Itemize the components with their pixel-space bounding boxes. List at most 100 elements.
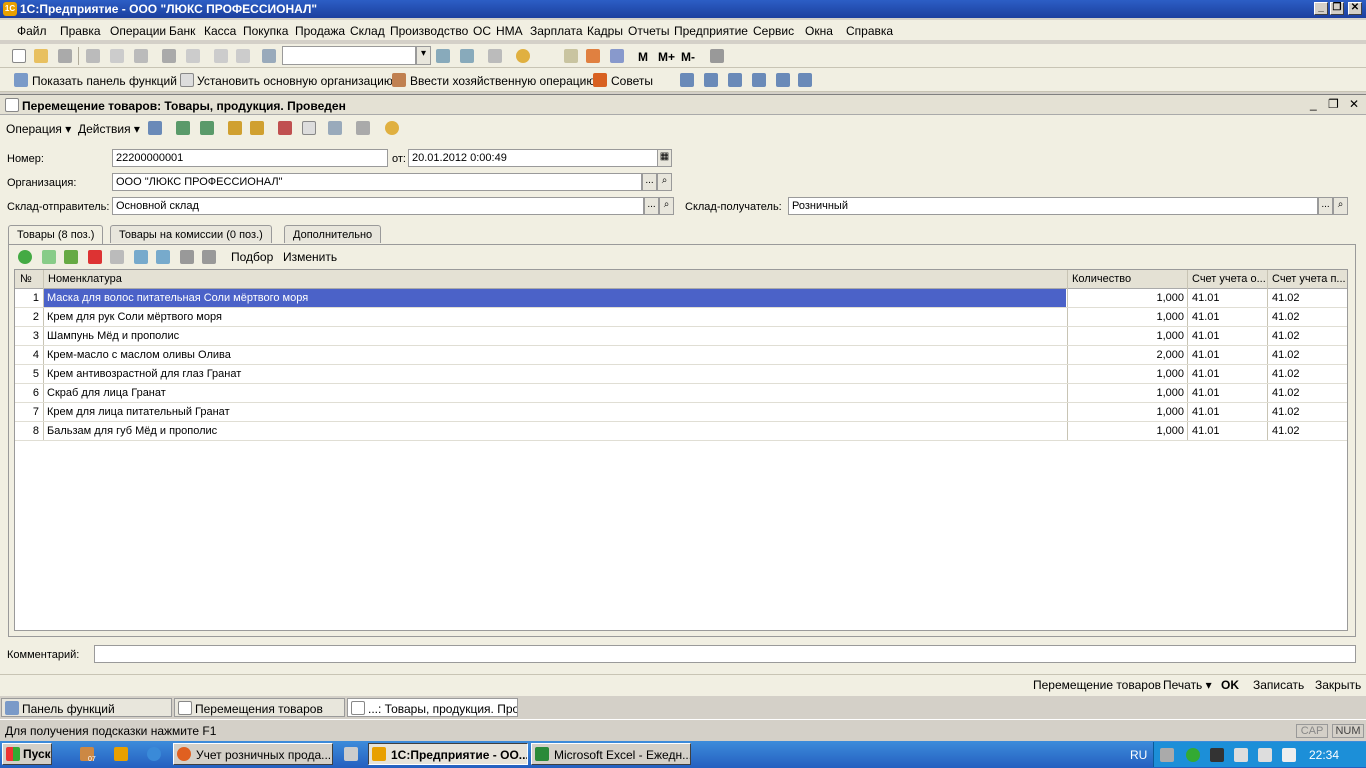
menu-service[interactable]: Сервис bbox=[753, 24, 794, 38]
row-account-sender[interactable]: 41.01 bbox=[1192, 406, 1220, 418]
move-down-icon[interactable] bbox=[156, 250, 170, 264]
row-account-receiver[interactable]: 41.02 bbox=[1272, 292, 1300, 304]
menu-edit[interactable]: Правка bbox=[60, 24, 101, 38]
wintab-current-document[interactable]: ...: Товары, продукция. Про... bbox=[347, 698, 518, 717]
row-account-receiver[interactable]: 41.02 bbox=[1272, 349, 1300, 361]
table-row[interactable]: 1 Маска для волос питательная Соли мёртво… bbox=[15, 289, 1347, 308]
sender-open-icon[interactable]: ⌕ bbox=[659, 197, 674, 215]
cut-icon[interactable] bbox=[86, 49, 100, 63]
row-quantity[interactable]: 1,000 bbox=[1068, 368, 1184, 380]
preview-icon[interactable] bbox=[186, 49, 200, 63]
select-button[interactable]: Подбор bbox=[231, 250, 273, 264]
menu-production[interactable]: Производство bbox=[390, 24, 468, 38]
find-next-icon[interactable] bbox=[436, 49, 450, 63]
table-row[interactable]: 8 Бальзам для губ Мёд и прополис 1,000 41.0… bbox=[15, 422, 1347, 441]
date-field[interactable]: 20.01.2012 0:00:49 bbox=[408, 149, 658, 167]
search-icon[interactable] bbox=[262, 49, 276, 63]
wintab-movements-list[interactable]: Перемещения товаров bbox=[174, 698, 345, 717]
close-doc-button[interactable]: Закрыть bbox=[1315, 678, 1361, 692]
task-retail[interactable]: Учет розничных прода... bbox=[173, 743, 333, 765]
tab-additional[interactable]: Дополнительно bbox=[284, 225, 382, 243]
redo-icon[interactable] bbox=[236, 49, 250, 63]
row-nomenclature[interactable]: Крем-масло с маслом оливы Олива bbox=[44, 346, 1066, 364]
menu-operations[interactable]: Операции bbox=[110, 24, 166, 38]
dt-kt-icon[interactable] bbox=[278, 121, 292, 135]
language-indicator[interactable]: RU bbox=[1130, 748, 1147, 762]
menu-windows[interactable]: Окна bbox=[805, 24, 833, 38]
report-1-icon[interactable] bbox=[680, 73, 694, 87]
hierarchy-icon[interactable] bbox=[328, 121, 342, 135]
table-row[interactable]: 3 Шампунь Мёд и прополис 1,000 41.01 41.02 bbox=[15, 327, 1347, 346]
col-nomenclature[interactable]: Номенклатура bbox=[48, 273, 122, 285]
row-quantity[interactable]: 1,000 bbox=[1068, 406, 1184, 418]
row-account-receiver[interactable]: 41.02 bbox=[1272, 406, 1300, 418]
enter-operation-button[interactable]: Ввести хозяйственную операцию bbox=[410, 74, 595, 88]
restore-button[interactable]: ❐ bbox=[1330, 2, 1344, 15]
search-input[interactable] bbox=[282, 46, 416, 65]
memory-button[interactable]: M bbox=[638, 50, 648, 64]
col-account-sender[interactable]: Счет учета о... bbox=[1192, 273, 1266, 285]
delete-row-icon[interactable] bbox=[88, 250, 102, 264]
row-nomenclature[interactable]: Крем для рук Соли мёртвого моря bbox=[44, 308, 1066, 326]
table-row[interactable]: 5 Крем антивозрастной для глаз Гранат 1,00… bbox=[15, 365, 1347, 384]
row-account-sender[interactable]: 41.01 bbox=[1192, 368, 1220, 380]
reread-icon[interactable] bbox=[176, 121, 190, 135]
list-icon[interactable] bbox=[356, 121, 370, 135]
windows-icon[interactable] bbox=[488, 49, 502, 63]
doc-restore-icon[interactable]: ❐ bbox=[1328, 97, 1339, 111]
end-edit-icon[interactable] bbox=[110, 250, 124, 264]
report-2-icon[interactable] bbox=[704, 73, 718, 87]
menu-personnel[interactable]: Кадры bbox=[587, 24, 623, 38]
org-select-button[interactable]: ... bbox=[642, 173, 657, 191]
edit-row-icon[interactable] bbox=[64, 250, 78, 264]
row-nomenclature[interactable]: Бальзам для губ Мёд и прополис bbox=[44, 422, 1066, 440]
ok-button[interactable]: OK bbox=[1221, 678, 1239, 692]
row-account-receiver[interactable]: 41.02 bbox=[1272, 311, 1300, 323]
open-folder-icon[interactable] bbox=[34, 49, 48, 63]
row-account-receiver[interactable]: 41.02 bbox=[1272, 330, 1300, 342]
col-quantity[interactable]: Количество bbox=[1072, 273, 1131, 285]
copy-row-icon[interactable] bbox=[42, 250, 56, 264]
actions-menu[interactable]: Действия ▾ bbox=[78, 122, 140, 136]
menu-help[interactable]: Справка bbox=[846, 24, 893, 38]
menu-salary[interactable]: Зарплата bbox=[530, 24, 583, 38]
row-nomenclature[interactable]: Крем для лица питательный Гранат bbox=[44, 403, 1066, 421]
tips-button[interactable]: Советы bbox=[611, 74, 653, 88]
copy-doc-icon[interactable] bbox=[200, 121, 214, 135]
ie-icon[interactable] bbox=[147, 747, 161, 761]
close-button[interactable]: ✕ bbox=[1348, 2, 1362, 15]
row-quantity[interactable]: 1,000 bbox=[1068, 292, 1184, 304]
volume-icon[interactable] bbox=[1258, 748, 1272, 762]
undo-icon[interactable] bbox=[214, 49, 228, 63]
menu-fixed-assets[interactable]: ОС bbox=[473, 24, 491, 38]
row-account-sender[interactable]: 41.01 bbox=[1192, 349, 1220, 361]
col-account-receiver[interactable]: Счет учета п... bbox=[1272, 273, 1346, 285]
table-row[interactable]: 2 Крем для рук Соли мёртвого моря 1,000 41.… bbox=[15, 308, 1347, 327]
sender-select-button[interactable]: ... bbox=[644, 197, 659, 215]
calendar-button[interactable]: ▦ bbox=[657, 149, 672, 167]
row-quantity[interactable]: 1,000 bbox=[1068, 387, 1184, 399]
memory-plus-button[interactable]: M+ bbox=[658, 50, 675, 64]
task-1c[interactable]: 1С:Предприятие - ОО... bbox=[368, 743, 528, 765]
1c-launch-icon[interactable] bbox=[114, 747, 128, 761]
comment-field[interactable] bbox=[94, 645, 1356, 663]
row-quantity[interactable]: 2,000 bbox=[1068, 349, 1184, 361]
menu-reports[interactable]: Отчеты bbox=[628, 24, 669, 38]
menu-file[interactable]: Файл bbox=[17, 24, 47, 38]
table-row[interactable]: 6 Скраб для лица Гранат 1,000 41.01 41.02 bbox=[15, 384, 1347, 403]
memory-minus-button[interactable]: M- bbox=[681, 50, 695, 64]
show-panel-button[interactable]: Показать панель функций bbox=[32, 74, 177, 88]
find-prev-icon[interactable] bbox=[460, 49, 474, 63]
row-quantity[interactable]: 1,000 bbox=[1068, 330, 1184, 342]
goods-table[interactable]: № Номенклатура Количество Счет учета о..… bbox=[14, 269, 1348, 631]
set-organization-button[interactable]: Установить основную организацию bbox=[197, 74, 393, 88]
post-close-icon[interactable] bbox=[148, 121, 162, 135]
start-button[interactable]: Пуск bbox=[2, 743, 52, 765]
sort-desc-icon[interactable] bbox=[202, 250, 216, 264]
tab-commission-goods[interactable]: Товары на комиссии (0 поз.) bbox=[110, 225, 272, 243]
col-number[interactable]: № bbox=[20, 273, 32, 285]
menu-sales[interactable]: Продажа bbox=[295, 24, 345, 38]
operation-menu[interactable]: Операция ▾ bbox=[6, 122, 71, 136]
print-icon[interactable] bbox=[162, 49, 176, 63]
tab-goods[interactable]: Товары (8 поз.) bbox=[8, 225, 104, 244]
